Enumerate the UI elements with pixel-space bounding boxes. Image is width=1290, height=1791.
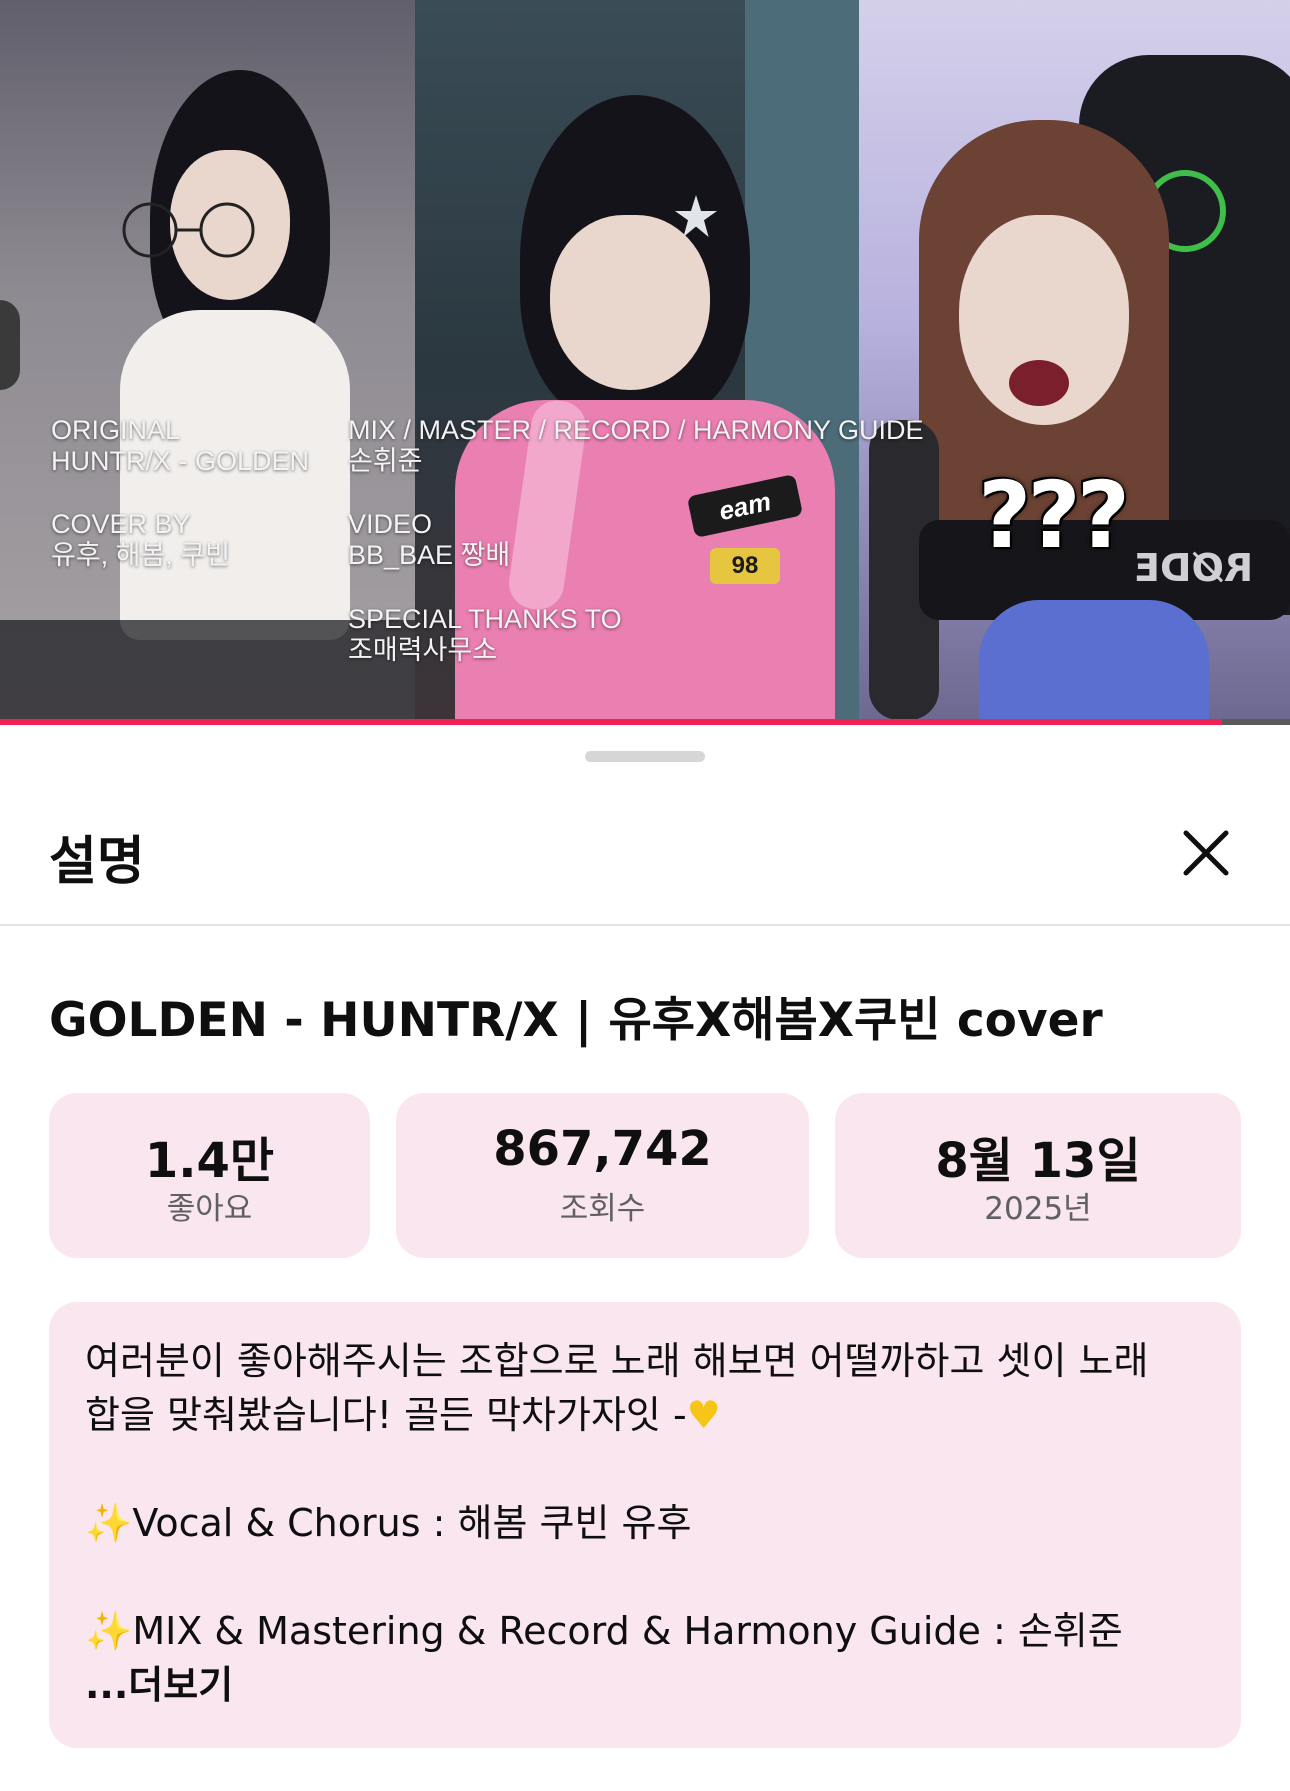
date-stat: 8월 13일 2025년 [835,1093,1241,1258]
likes-stat: 1.4만 좋아요 [49,1093,370,1258]
description-line: ✨Vocal & Chorus : 해봄 쿠빈 유후 [85,1501,692,1545]
credit-video-value: BB_BAE 짱배 [348,540,511,570]
credit-video-label: VIDEO [348,509,433,539]
views-count: 867,742 [493,1121,712,1177]
show-more-link[interactable]: ...더보기 [85,1658,1205,1712]
glasses-graphic [122,202,255,258]
mic-brand-text: RØDE [1134,546,1254,590]
singer-face [550,215,710,390]
credit-original-value: HUNTR/X - GOLDEN [51,446,310,476]
likes-label: 좋아요 [166,1191,253,1227]
close-icon [1183,830,1229,876]
sheet-title: 설명 [49,832,145,892]
credit-mix-value: 손휘준 [348,446,423,476]
description-line: ✨MIX & Mastering & Record & Harmony Guid… [85,1609,1123,1653]
credit-original-label: ORIGINAL [51,415,181,445]
close-button[interactable] [1180,827,1232,879]
description-sheet: 설명 GOLDEN - HUNTR/X | 유후X해봄X쿠빈 cover 1.4… [0,727,1290,1791]
description-line: 합을 맞춰봤습니다! 골든 막차가자잇 -♥ [85,1393,721,1437]
drag-handle[interactable] [585,751,705,762]
overlay-question-marks: ??? [978,462,1130,569]
video-panel-right [859,0,1290,722]
credit-cover-label: COVER BY [51,509,191,539]
upload-date: 8월 13일 [935,1133,1141,1189]
singer-mouth [1009,360,1069,406]
singer-shirt [979,600,1209,722]
sparkles-icon: ✨ [85,1501,133,1545]
credit-mix-label: MIX / MASTER / RECORD / HARMONY GUIDE [348,415,924,445]
video-title: GOLDEN - HUNTR/X | 유후X해봄X쿠빈 cover [49,993,1103,1048]
likes-count: 1.4만 [144,1133,275,1189]
progress-fill [0,719,1222,725]
video-player[interactable]: eam 98 ORIGINAL HUNTR/X - GOLDEN COVER B… [0,0,1290,725]
microphone-graphic [0,300,20,390]
credit-thanks-label: SPECIAL THANKS TO [348,604,622,634]
views-label: 조회수 [559,1191,646,1227]
progress-bar[interactable] [0,719,1290,725]
description-line: 여러분이 좋아해주시는 조합으로 노래 해보면 어떨까하고 셋이 노래 [85,1339,1149,1383]
views-stat: 867,742 조회수 [396,1093,809,1258]
credit-thanks-value: 조매력사무소 [348,635,498,665]
upload-year: 2025년 [984,1191,1092,1227]
yellow-heart-icon: ♥ [686,1393,721,1437]
description-box[interactable]: 여러분이 좋아해주시는 조합으로 노래 해보면 어떨까하고 셋이 노래 합을 맞… [49,1302,1241,1748]
jacket-number: 98 [710,548,780,584]
sparkles-icon: ✨ [85,1609,133,1653]
header-divider [0,924,1290,926]
credit-cover-value: 유후, 해봄, 쿠빈 [51,540,231,570]
